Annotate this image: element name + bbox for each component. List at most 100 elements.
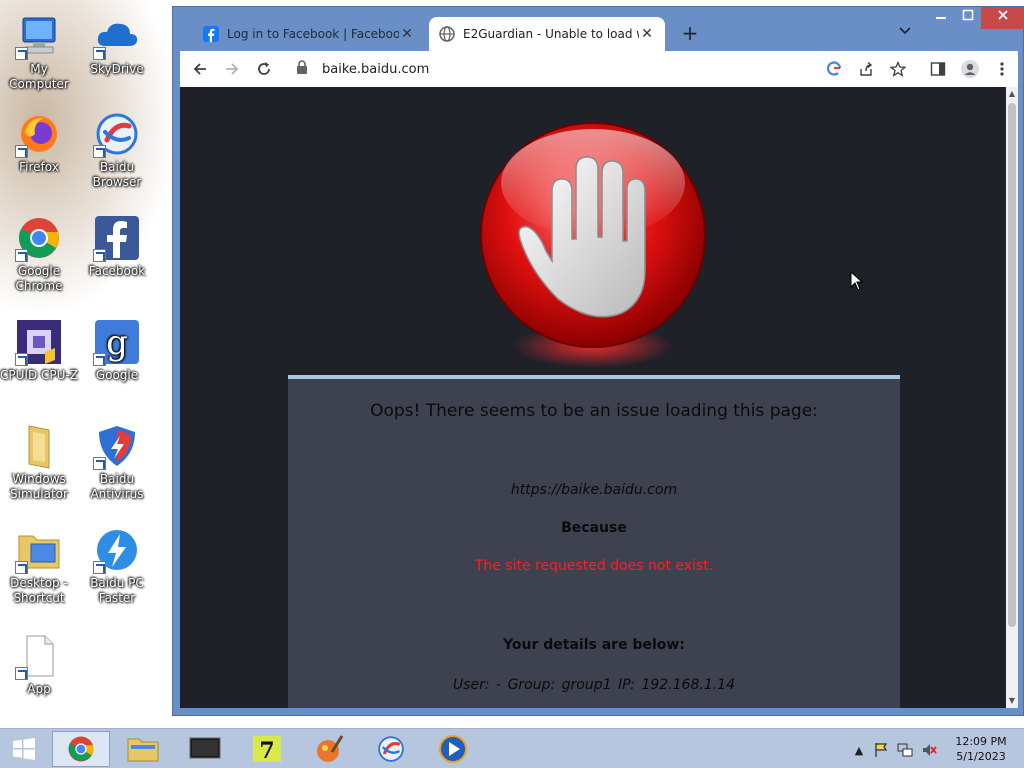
- facebook-icon: [93, 214, 141, 262]
- side-panel-icon[interactable]: [926, 57, 950, 81]
- tab-search-chevron-icon[interactable]: [895, 23, 915, 43]
- clock-date: 5/1/2023: [956, 750, 1006, 763]
- facebook-icon: [203, 26, 219, 42]
- because-label: Because: [561, 520, 627, 536]
- desktop-icon-google[interactable]: g Google: [78, 318, 156, 383]
- scrollbar-thumb[interactable]: [1008, 103, 1016, 627]
- desktop-icon-label: Google: [95, 368, 139, 382]
- speaker-muted-icon[interactable]: [920, 741, 938, 759]
- tab-facebook[interactable]: Log in to Facebook | Facebook ✕: [193, 17, 425, 51]
- new-tab-button[interactable]: +: [678, 21, 702, 45]
- globe-icon: [439, 26, 455, 42]
- address-url: baike.baidu.com: [322, 61, 430, 77]
- tab-close-icon[interactable]: ✕: [399, 26, 415, 42]
- desktop-icon-label: Google Chrome: [15, 264, 63, 293]
- paint-brush-icon: [317, 735, 344, 762]
- reload-icon[interactable]: [252, 57, 276, 81]
- folder-icon: [15, 422, 63, 470]
- desktop-icon-skydrive[interactable]: SkyDrive: [78, 12, 156, 77]
- desktop-folder-icon: [15, 526, 63, 574]
- stop-hand-icon: [480, 121, 712, 371]
- lock-icon: [296, 60, 312, 78]
- taskbar-file-explorer[interactable]: [114, 731, 172, 767]
- desktop-icon-label: Windows Simulator: [10, 472, 68, 501]
- desktop-icon-baidu-browser[interactable]: Baidu Browser: [78, 110, 156, 190]
- scroll-down-arrow-icon[interactable]: ▼: [1006, 694, 1018, 708]
- desktop-icon-label: Baidu PC Faster: [90, 576, 144, 605]
- tab-strip: Log in to Facebook | Facebook ✕ E2Guardi…: [173, 7, 1024, 51]
- taskbar-baidu-browser[interactable]: [362, 731, 420, 767]
- chrome-icon: [15, 214, 63, 262]
- forward-arrow-icon[interactable]: [220, 57, 244, 81]
- tab-e2guardian[interactable]: E2Guardian - Unable to load web ✕: [429, 17, 665, 51]
- desktop-icon-cpuid-cpu-z[interactable]: CPUID CPU-Z: [0, 318, 78, 383]
- bookmark-star-icon[interactable]: [886, 57, 910, 81]
- desktop-icon-baidu-antivirus[interactable]: Baidu Antivirus: [78, 422, 156, 502]
- seven-zip-icon: 7: [253, 736, 281, 764]
- block-reason: The site requested does not exist.: [474, 558, 714, 574]
- desktop-icon-label: Facebook: [88, 264, 146, 278]
- taskbar-paint[interactable]: [300, 731, 358, 767]
- tab-title: Log in to Facebook | Facebook: [227, 27, 399, 41]
- taskbar-media-player[interactable]: [424, 731, 482, 767]
- desktop-icon-label: CPUID CPU-Z: [0, 368, 78, 382]
- folder-icon: [127, 738, 159, 762]
- baidu-browser-icon: [93, 110, 141, 158]
- baidu-browser-icon: [378, 736, 404, 762]
- cloud-icon: [93, 12, 141, 60]
- computer-icon: [15, 12, 63, 60]
- taskbar-terminal[interactable]: [176, 731, 234, 767]
- desktop-icon-firefox[interactable]: Firefox: [0, 110, 78, 175]
- back-arrow-icon[interactable]: [188, 57, 212, 81]
- taskbar-7zip[interactable]: 7: [238, 731, 296, 767]
- mouse-cursor-icon: [850, 270, 864, 291]
- desktop-icon-desktop-shortcut[interactable]: Desktop - Shortcut: [0, 526, 78, 606]
- desktop-icon-baidu-pc-faster[interactable]: Baidu PC Faster: [78, 526, 156, 606]
- tab-title: E2Guardian - Unable to load web: [463, 27, 639, 41]
- scroll-up-arrow-icon[interactable]: ▲: [1006, 87, 1018, 101]
- vertical-scrollbar[interactable]: ▲ ▼: [1006, 87, 1018, 708]
- chrome-icon: [68, 736, 94, 762]
- taskbar-clock[interactable]: 12:09 PM 5/1/2023: [948, 734, 1014, 764]
- blocked-url: https://baike.baidu.com: [510, 482, 678, 498]
- desktop-icon-app[interactable]: App: [0, 632, 78, 697]
- blank-file-icon: [15, 632, 63, 680]
- user-details: User: - Group: group1 IP: 192.168.1.14: [452, 677, 735, 693]
- maximize-icon[interactable]: [955, 7, 981, 29]
- desktop-icon-google-chrome[interactable]: Google Chrome: [0, 214, 78, 294]
- clock-time: 12:09 PM: [955, 735, 1007, 748]
- page-content: Oops! There seems to be an issue loading…: [180, 87, 1006, 708]
- monitor-icon: [189, 737, 221, 759]
- browser-toolbar: baike.baidu.com: [180, 51, 1018, 87]
- svg-text:7: 7: [259, 738, 274, 764]
- desktop-icon-label: SkyDrive: [90, 62, 144, 76]
- taskbar-chrome[interactable]: [52, 731, 110, 767]
- block-headline: Oops! There seems to be an issue loading…: [370, 401, 818, 421]
- desktop-icon-label: My Computer: [9, 62, 69, 91]
- desktop-icon-my-computer[interactable]: My Computer: [0, 12, 78, 92]
- google-lens-icon[interactable]: [822, 57, 846, 81]
- tray-expand-icon[interactable]: ▲: [850, 741, 868, 759]
- desktop-icon-label: Desktop - Shortcut: [10, 576, 68, 605]
- desktop-icon-label: Firefox: [19, 160, 59, 174]
- browser-window: Log in to Facebook | Facebook ✕ E2Guardi…: [172, 6, 1024, 716]
- minimize-icon[interactable]: [929, 7, 953, 29]
- cpu-chip-icon: [15, 318, 63, 366]
- action-center-flag-icon[interactable]: [872, 741, 890, 759]
- play-icon: [439, 735, 467, 763]
- svg-text:g: g: [106, 323, 128, 363]
- firefox-icon: [15, 110, 63, 158]
- windows-logo-icon: [13, 738, 35, 760]
- share-icon[interactable]: [854, 57, 878, 81]
- shield-icon: [93, 422, 141, 470]
- network-icon[interactable]: [896, 741, 914, 759]
- desktop-icon-facebook[interactable]: Facebook: [78, 214, 156, 279]
- window-close-icon[interactable]: [981, 7, 1024, 29]
- start-button[interactable]: [0, 731, 48, 767]
- google-icon: g: [93, 318, 141, 366]
- more-menu-icon[interactable]: [990, 57, 1014, 81]
- desktop-icon-windows-simulator[interactable]: Windows Simulator: [0, 422, 78, 502]
- desktop-icon-label: App: [27, 682, 51, 696]
- profile-avatar-icon[interactable]: [958, 57, 982, 81]
- tab-close-icon[interactable]: ✕: [639, 26, 655, 42]
